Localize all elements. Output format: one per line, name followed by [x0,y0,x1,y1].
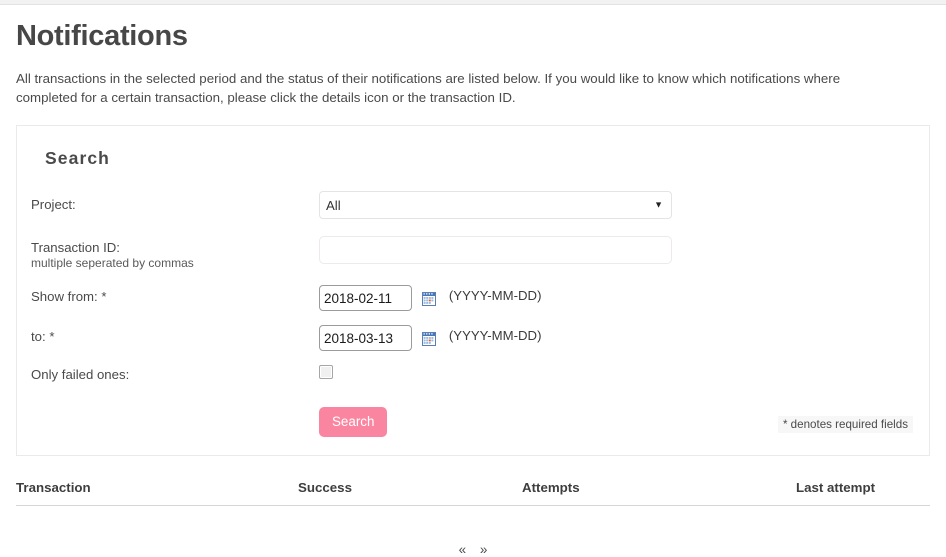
search-panel-heading: Search [45,148,110,168]
column-header-transaction[interactable]: Transaction [16,480,298,506]
pagination-next-button[interactable]: » [475,542,493,557]
show-to-format-hint: (YYYY-MM-DD) [448,327,542,343]
transaction-id-label-cell: Transaction ID: multiple seperated by co… [31,236,319,285]
project-label: Project: [31,197,76,212]
form-row-only-failed: Only failed ones: [31,365,915,407]
show-from-date-input[interactable] [319,285,412,311]
column-header-success[interactable]: Success [298,480,522,506]
show-from-label: Show from: * [31,289,107,304]
page-header: Notifications All transactions in the se… [0,20,946,107]
only-failed-checkbox[interactable] [319,365,333,379]
top-bar [0,0,946,5]
required-fields-note: * denotes required fields [777,416,913,433]
results-section: Transaction Success Attempts Last attemp… [16,480,930,557]
search-form: Project: All ▼ Transaction ID: multiple … [31,191,915,437]
form-row-show-to: to: * 2018-03-13 (YYYY-MM-DD) [31,325,915,365]
show-to-field-cell: (YYYY-MM-DD) [319,325,915,365]
transaction-id-sublabel: multiple seperated by commas [31,256,194,270]
submit-spacer [31,407,319,437]
form-row-project: Project: All ▼ [31,191,915,236]
pagination-prev-button[interactable]: « [454,542,472,557]
calendar-icon[interactable] [422,291,437,311]
show-to-label: to: * [31,329,55,344]
transaction-id-label: Transaction ID: [31,240,120,255]
column-header-last-attempt[interactable]: Last attempt [796,480,930,506]
only-failed-field-cell [319,365,915,407]
form-row-transaction-id: Transaction ID: multiple seperated by co… [31,236,915,285]
transaction-id-input[interactable] [319,236,672,264]
form-row-show-from: Show from: * 2018-02-11 (YYYY-MM-DD) [31,285,915,325]
page-body: Notifications All transactions in the se… [0,6,946,557]
project-select[interactable]: All [319,191,672,219]
transaction-field-cell [319,236,915,285]
pagination: « » [16,542,930,557]
page-intro-text: All transactions in the selected period … [16,71,841,105]
calendar-icon[interactable] [422,331,437,351]
show-to-date-input[interactable] [319,325,412,351]
project-select-wrapper[interactable]: All ▼ [319,191,672,219]
show-from-field-cell: (YYYY-MM-DD) [319,285,915,325]
results-header-row: Transaction Success Attempts Last attemp… [16,480,930,506]
search-panel: Search Project: All ▼ Transaction ID: mu… [16,125,930,456]
results-table: Transaction Success Attempts Last attemp… [16,480,930,506]
show-from-format-hint: (YYYY-MM-DD) [448,287,542,303]
search-button[interactable]: Search [319,407,388,437]
column-header-attempts[interactable]: Attempts [522,480,796,506]
only-failed-label: Only failed ones: [31,367,130,382]
project-field-cell: All ▼ [319,191,915,236]
page-title: Notifications [16,20,188,52]
